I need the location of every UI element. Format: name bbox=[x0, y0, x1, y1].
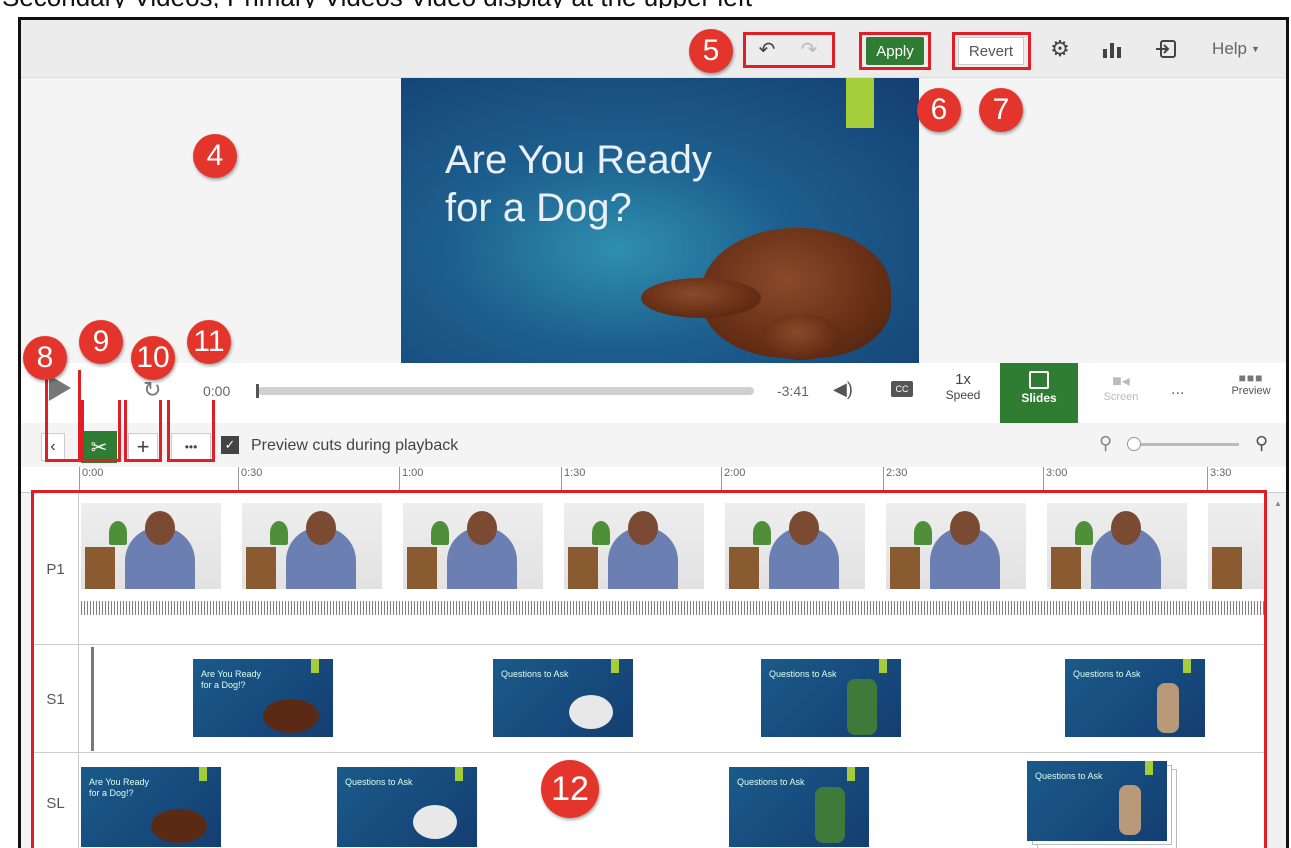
callout-6: 6 bbox=[917, 88, 961, 132]
zoom-in-icon[interactable]: ⚲ bbox=[1255, 433, 1268, 454]
callout-9: 9 bbox=[79, 320, 123, 364]
slide-title: Are You Ready for a Dog? bbox=[445, 138, 712, 230]
page-caption: Secondary Videos, Primary Videos Video d… bbox=[0, 0, 1291, 8]
closed-captions-button[interactable]: CC bbox=[891, 381, 913, 397]
gear-icon[interactable]: ⚙ bbox=[1045, 34, 1075, 64]
scroll-up-icon[interactable]: ▲ bbox=[1267, 499, 1286, 508]
callout-5: 5 bbox=[689, 29, 733, 73]
revert-highlight bbox=[952, 32, 1031, 70]
timeline-highlight bbox=[31, 490, 1267, 848]
exit-icon[interactable] bbox=[1151, 34, 1181, 64]
slide-accent-bar bbox=[846, 78, 874, 128]
callout-11: 11 bbox=[187, 320, 231, 364]
editor-window: ↶ ↷ Apply Revert ⚙ Help ▼ Are You Ready f… bbox=[18, 17, 1289, 848]
slides-icon bbox=[1029, 371, 1049, 389]
preview-cuts-label: Preview cuts during playback bbox=[251, 437, 459, 454]
top-toolbar: ↶ ↷ Apply Revert ⚙ Help ▼ bbox=[21, 20, 1286, 78]
callout-8: 8 bbox=[23, 336, 67, 380]
zoom-slider[interactable] bbox=[1127, 437, 1239, 451]
stats-icon[interactable] bbox=[1097, 34, 1127, 64]
callout-10: 10 bbox=[131, 336, 175, 380]
speed-value: 1x bbox=[955, 371, 971, 388]
help-menu[interactable]: Help ▼ bbox=[1201, 34, 1271, 64]
callout-7: 7 bbox=[979, 88, 1023, 132]
play-highlight bbox=[45, 370, 81, 462]
slides-label: Slides bbox=[1021, 391, 1057, 405]
cut-highlight bbox=[81, 400, 121, 462]
screen-button[interactable]: ■◂ Screen bbox=[1093, 371, 1149, 403]
help-label: Help bbox=[1212, 39, 1248, 58]
vertical-scrollbar[interactable]: ▲ bbox=[1267, 493, 1286, 848]
current-time: 0:00 bbox=[203, 383, 231, 399]
preview-cuts-checkbox[interactable]: ✓ bbox=[221, 436, 239, 454]
callout-4: 4 bbox=[193, 134, 237, 178]
progress-bar[interactable] bbox=[256, 384, 754, 398]
chevron-down-icon: ▼ bbox=[1251, 44, 1260, 54]
undo-redo-highlight bbox=[743, 32, 835, 68]
more-options-button[interactable]: ... bbox=[1171, 381, 1184, 399]
add-highlight bbox=[124, 400, 162, 462]
preview-icon: ■■■ bbox=[1238, 371, 1264, 385]
volume-icon[interactable]: ◀) bbox=[833, 379, 853, 400]
preview-button[interactable]: ■■■ Preview bbox=[1221, 371, 1281, 397]
more-highlight bbox=[167, 400, 215, 462]
zoom-slider-handle[interactable] bbox=[1127, 437, 1141, 451]
progress-handle[interactable] bbox=[256, 384, 259, 398]
speed-label: Speed bbox=[945, 388, 981, 402]
remaining-time: -3:41 bbox=[777, 383, 809, 399]
preview-label: Preview bbox=[1231, 385, 1271, 397]
slides-button[interactable]: Slides bbox=[1000, 363, 1078, 423]
slide-preview: Are You Ready for a Dog? bbox=[401, 78, 919, 363]
callout-12: 12 bbox=[541, 760, 599, 818]
speed-button[interactable]: 1x Speed bbox=[943, 371, 983, 402]
camera-icon: ■◂ bbox=[1112, 373, 1130, 390]
apply-highlight bbox=[859, 32, 931, 70]
zoom-out-icon[interactable]: ⚲ bbox=[1099, 433, 1112, 454]
screen-label: Screen bbox=[1103, 391, 1139, 403]
